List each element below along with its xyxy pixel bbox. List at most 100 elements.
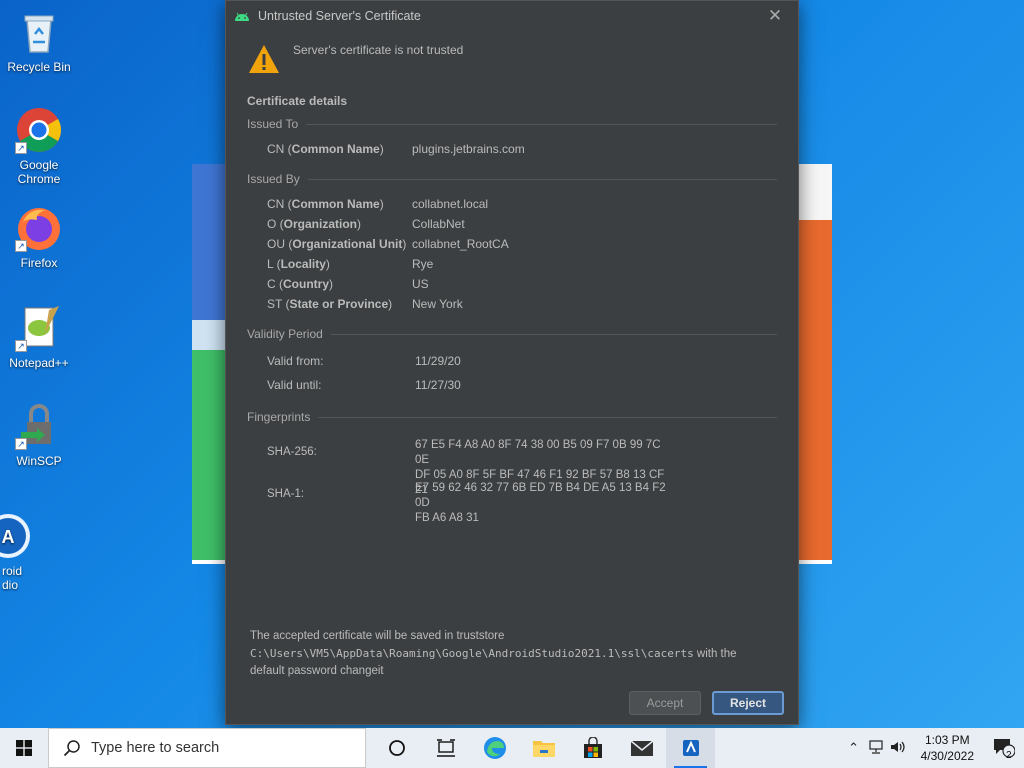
field-value: collabnet.local (412, 197, 489, 211)
shortcut-arrow-icon: ↗ (15, 240, 27, 252)
start-button[interactable] (0, 728, 48, 768)
truststore-note-prefix: default password (250, 665, 341, 677)
taskbar: Type here to search ⌃ 1:03 PM 4/30/2022 … (0, 728, 1024, 768)
network-icon[interactable] (865, 739, 887, 757)
issued-to-cn-row: CN (Common Name) plugins.jetbrains.com (267, 142, 525, 156)
field-key: OU (Organizational Unit) (267, 237, 407, 251)
desktop-icon-recycle-bin[interactable]: Recycle Bin (1, 8, 77, 74)
svg-text:A: A (2, 527, 15, 547)
divider (306, 123, 777, 125)
field-value: collabnet_RootCA (412, 237, 509, 251)
desktop-icon-google-chrome[interactable]: ↗ Google Chrome (1, 106, 77, 186)
search-icon (63, 740, 80, 757)
taskbar-mail[interactable] (617, 728, 666, 768)
folder-icon (532, 741, 555, 757)
truststore-note-line-1: The accepted certificate will be saved i… (250, 630, 505, 642)
fingerprints-header: Fingerprints (247, 410, 777, 424)
taskbar-store[interactable] (568, 728, 617, 768)
android-studio-icon (682, 740, 699, 756)
desktop-icon-label: Google Chrome (17, 158, 61, 186)
reject-button[interactable]: Reject (712, 691, 784, 715)
divider (318, 416, 777, 418)
certificate-details-heading: Certificate details (247, 94, 348, 108)
mail-icon (630, 740, 653, 756)
divider (330, 333, 777, 335)
field-key: C (Country) (267, 277, 333, 291)
shortcut-arrow-icon: ↗ (15, 340, 27, 352)
sha256-line-1: 67 E5 F4 A8 A0 8F 74 38 00 B5 09 F7 0B 9… (415, 439, 661, 466)
desktop-icon-notepad-plus-plus[interactable]: ↗ Notepad++ (1, 304, 77, 370)
field-value: New York (412, 297, 463, 311)
store-bag-icon (583, 737, 602, 758)
winscp-icon: ↗ (15, 402, 63, 450)
warning-icon (249, 45, 279, 73)
task-view-icon (436, 739, 455, 757)
desktop-icon-label: Notepad++ (9, 356, 69, 370)
validity-period-header: Validity Period (247, 327, 777, 341)
clock-time: 1:03 PM (924, 733, 970, 747)
field-key: Valid from: (267, 354, 324, 368)
taskbar-edge[interactable] (470, 728, 519, 768)
desktop-icon-firefox[interactable]: ↗ Firefox (1, 204, 77, 270)
chevron-up-icon[interactable]: ⌃ (843, 740, 865, 756)
dialog-titlebar[interactable]: Untrusted Server's Certificate ✕ (226, 1, 798, 31)
valid-until-row: Valid until: 11/27/30 (267, 378, 461, 392)
desktop-icon-label: Firefox (20, 256, 58, 270)
issued-by-c-row: C (Country) US (267, 277, 429, 291)
field-key: O (Organization) (267, 217, 362, 231)
truststore-note-suffix: with the (693, 648, 737, 660)
desktop-icon-android-studio[interactable]: A roid dio (0, 512, 46, 592)
field-value: 11/29/20 (415, 354, 461, 368)
field-key: Valid until: (267, 378, 322, 392)
truststore-note: The accepted certificate will be saved i… (250, 628, 780, 680)
taskbar-android-studio[interactable] (666, 728, 715, 768)
taskbar-clock[interactable]: 1:03 PM 4/30/2022 (921, 732, 974, 764)
desktop-icon-winscp[interactable]: ↗ WinSCP (1, 402, 77, 468)
android-icon (235, 12, 249, 21)
android-studio-icon: A (0, 512, 32, 560)
divider (307, 178, 777, 180)
dialog-title: Untrusted Server's Certificate (258, 9, 421, 23)
accept-button[interactable]: Accept (629, 691, 701, 715)
warning-text: Server's certificate is not trusted (293, 43, 464, 57)
untrusted-certificate-dialog: Untrusted Server's Certificate ✕ Server'… (225, 0, 799, 725)
task-view-button[interactable] (421, 728, 470, 768)
issued-by-st-row: ST (State or Province) New York (267, 297, 463, 311)
field-value: US (412, 277, 429, 291)
issued-by-label: Issued By (247, 172, 300, 186)
cortana-button[interactable] (372, 728, 421, 768)
field-key: CN (Common Name) (267, 197, 384, 211)
shortcut-arrow-icon: ↗ (15, 142, 27, 154)
issued-to-header: Issued To (247, 117, 777, 131)
field-value: 11/27/30 (415, 378, 461, 392)
sha1-label: SHA-1: (267, 488, 305, 500)
notification-count: 2 (1006, 750, 1012, 761)
default-password: changeit (340, 665, 384, 677)
volume-icon[interactable] (887, 740, 909, 757)
truststore-path: C:\Users\VM5\AppData\Roaming\Google\Andr… (250, 647, 694, 660)
field-key: CN (Common Name) (267, 142, 384, 156)
notepad-plus-plus-icon: ↗ (15, 304, 63, 352)
taskbar-file-explorer[interactable] (519, 728, 568, 768)
sha1-line-1: E7 59 62 46 32 77 6B ED 7B B4 DE A5 13 B… (415, 482, 666, 509)
clock-date: 4/30/2022 (920, 749, 974, 763)
warning-message: Server's certificate is not trusted (248, 43, 463, 75)
issued-by-l-row: L (Locality) Rye (267, 257, 433, 271)
edge-icon (483, 737, 506, 759)
field-value: plugins.jetbrains.com (412, 142, 525, 156)
field-value: CollabNet (412, 217, 465, 231)
field-key: ST (State or Province) (267, 297, 393, 311)
issued-to-label: Issued To (247, 117, 299, 131)
fingerprints-label: Fingerprints (247, 410, 311, 424)
desktop-icon-label: Recycle Bin (7, 60, 71, 74)
valid-from-row: Valid from: 11/29/20 (267, 354, 461, 368)
notification-center-button[interactable]: 2 (984, 738, 1024, 761)
field-key: L (Locality) (267, 257, 330, 271)
chrome-icon: ↗ (15, 106, 63, 154)
taskbar-search-box[interactable]: Type here to search (48, 728, 366, 768)
close-icon[interactable]: ✕ (752, 1, 798, 31)
issued-by-o-row: O (Organization) CollabNet (267, 217, 465, 231)
sha256-label: SHA-256: (267, 446, 317, 458)
validity-period-label: Validity Period (247, 327, 323, 341)
system-tray: ⌃ 1:03 PM 4/30/2022 2 (843, 728, 1024, 768)
